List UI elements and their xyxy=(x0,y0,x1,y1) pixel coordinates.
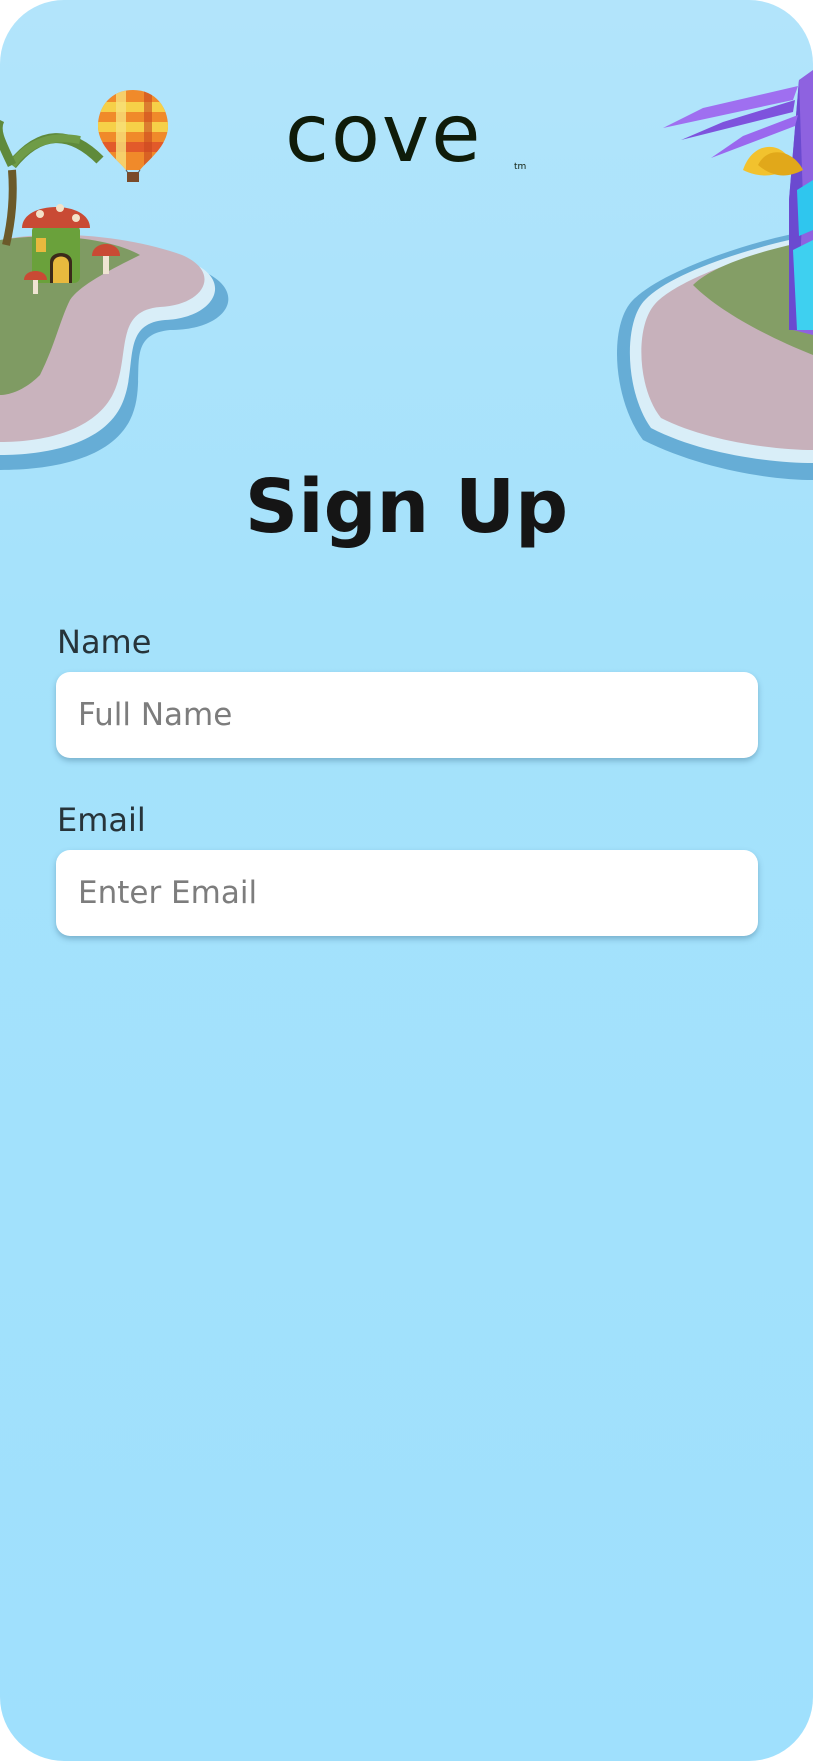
logo-text: cove xyxy=(285,87,483,180)
signup-screen: cove tm Sign Up Name Email xyxy=(0,0,813,1761)
email-label: Email xyxy=(57,801,146,839)
cove-logo: cove tm xyxy=(285,94,530,182)
hot-air-balloon-icon xyxy=(98,90,168,182)
island-left-illustration xyxy=(0,120,229,470)
email-input[interactable] xyxy=(56,850,758,936)
trademark-label: tm xyxy=(514,162,527,172)
page-title: Sign Up xyxy=(244,464,569,550)
name-label: Name xyxy=(57,623,152,661)
island-right-illustration xyxy=(616,70,813,480)
name-input[interactable] xyxy=(56,672,758,758)
